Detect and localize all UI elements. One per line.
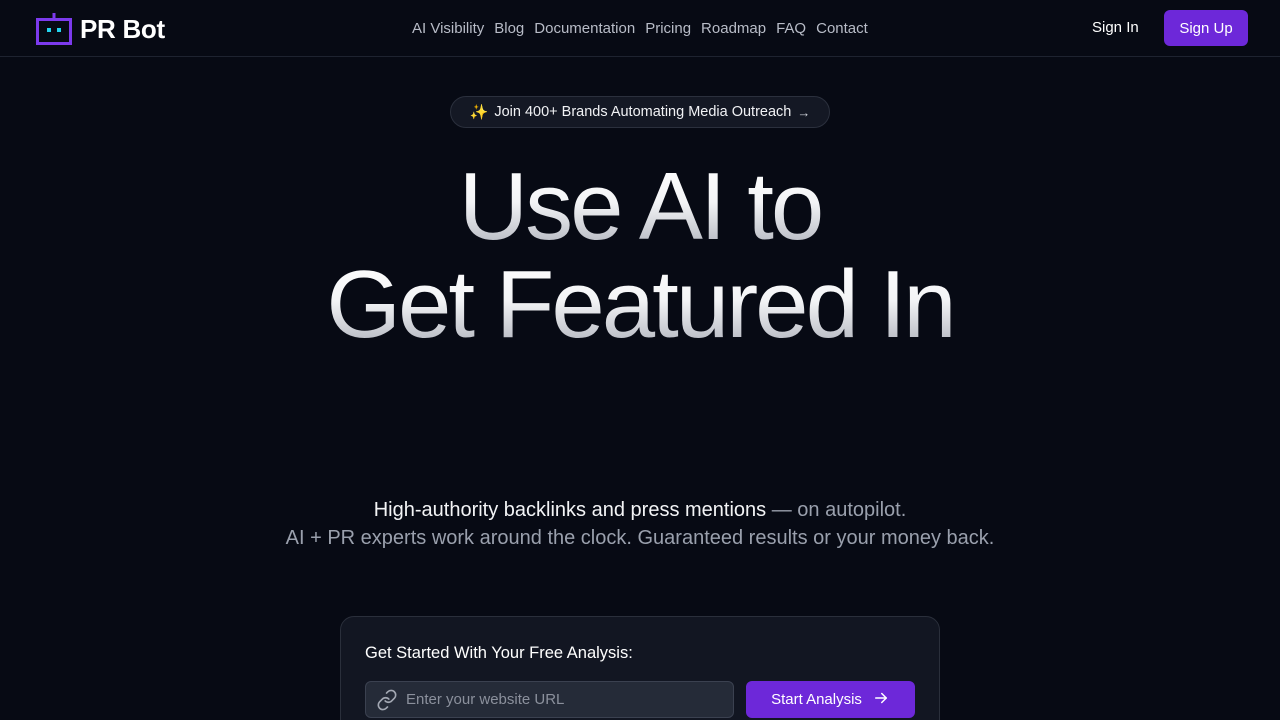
start-analysis-label: Start Analysis	[771, 691, 862, 708]
sign-in-link[interactable]: Sign In	[1092, 18, 1139, 38]
hero-line-1: Use AI to	[0, 158, 1280, 256]
sign-up-button[interactable]: Sign Up	[1164, 10, 1248, 46]
landing-page: PR Bot AI Visibility Blog Documentation …	[0, 0, 1280, 720]
hero-heading: Use AI to Get Featured In	[0, 158, 1280, 354]
arrow-right-icon	[872, 689, 890, 711]
robot-icon	[36, 13, 72, 45]
main-nav: AI Visibility Blog Documentation Pricing…	[412, 19, 868, 39]
sparkles-icon: ✨	[469, 104, 489, 121]
analysis-card-title: Get Started With Your Free Analysis:	[365, 644, 633, 662]
nav-blog[interactable]: Blog	[494, 19, 524, 39]
arrow-right-icon: →	[797, 104, 811, 120]
hero-subheading: High-authority backlinks and press menti…	[0, 496, 1280, 552]
announcement-badge[interactable]: ✨ Join 400+ Brands Automating Media Outr…	[450, 96, 830, 128]
nav-roadmap[interactable]: Roadmap	[701, 19, 766, 39]
site-header: PR Bot AI Visibility Blog Documentation …	[0, 0, 1280, 57]
brand-name: PR Bot	[80, 14, 165, 44]
subheading-line-2: AI + PR experts work around the clock. G…	[285, 527, 995, 549]
website-url-field[interactable]	[365, 681, 734, 718]
nav-faq[interactable]: FAQ	[776, 19, 806, 39]
subheading-rest: — on autopilot.	[766, 499, 907, 521]
nav-pricing[interactable]: Pricing	[645, 19, 691, 39]
website-url-input[interactable]	[406, 691, 726, 708]
nav-documentation[interactable]: Documentation	[534, 19, 635, 39]
badge-text: Join 400+ Brands Automating Media Outrea…	[494, 104, 792, 120]
subheading-strong: High-authority backlinks and press menti…	[373, 499, 767, 521]
logo[interactable]: PR Bot	[36, 13, 165, 45]
hero-line-2: Get Featured In	[0, 256, 1280, 354]
analysis-card: Get Started With Your Free Analysis: Sta…	[340, 616, 940, 720]
nav-ai-visibility[interactable]: AI Visibility	[412, 19, 484, 39]
start-analysis-button[interactable]: Start Analysis	[746, 681, 915, 718]
link-icon	[376, 689, 398, 711]
nav-contact[interactable]: Contact	[816, 19, 868, 39]
